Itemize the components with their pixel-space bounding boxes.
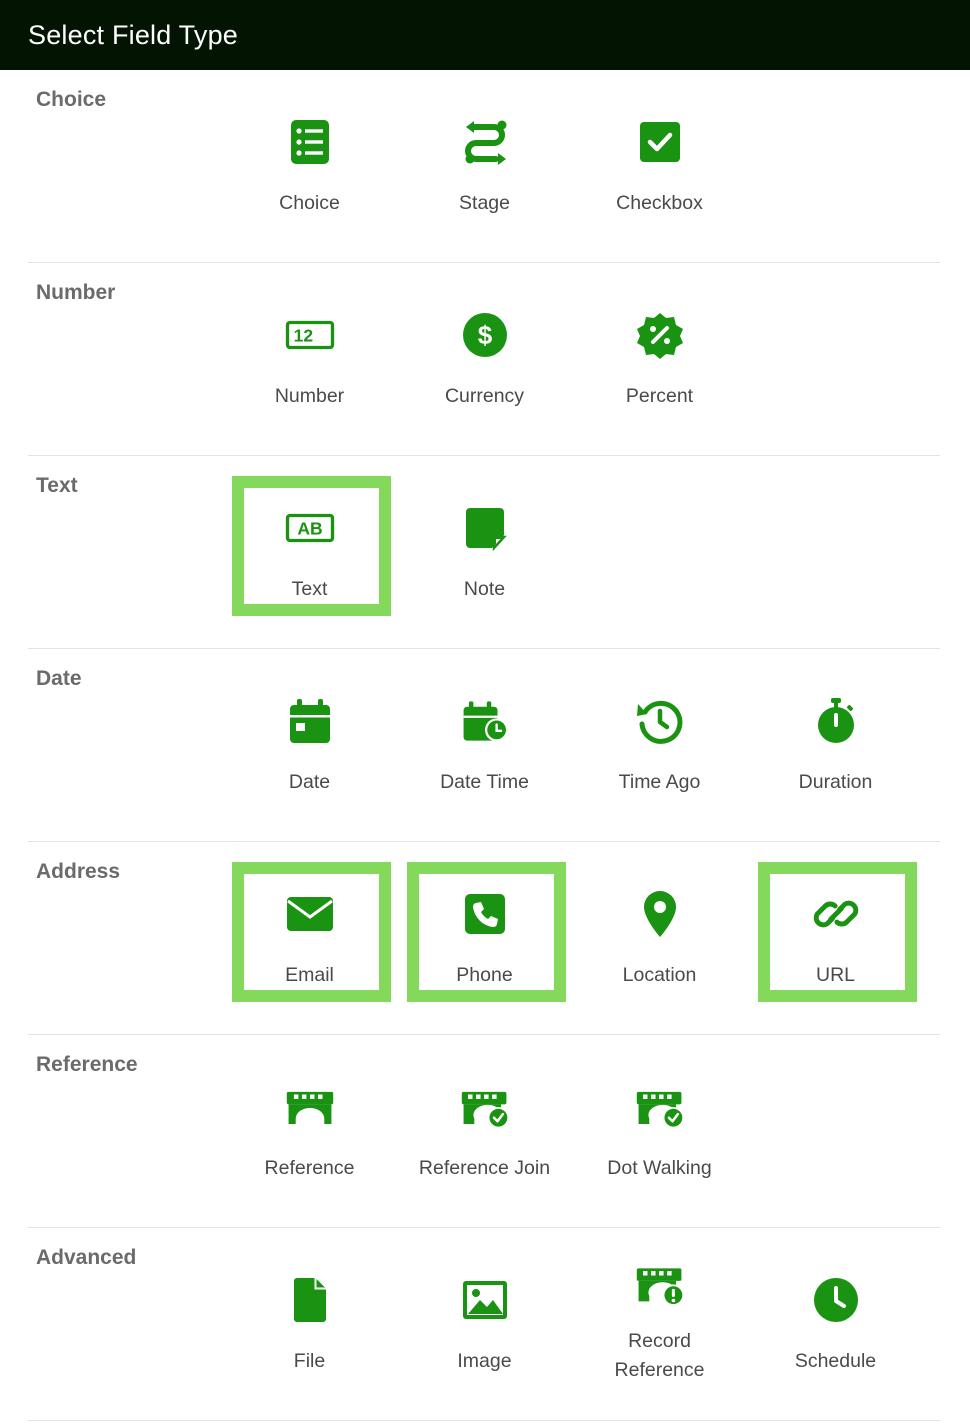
- field-type-phone[interactable]: Phone: [405, 842, 566, 1035]
- field-type-label: Reference: [264, 1157, 355, 1179]
- section-choice: Choice Choice Stage Checkbox: [28, 70, 940, 263]
- field-type-label: Location: [622, 964, 697, 986]
- field-type-label: Date: [288, 771, 331, 793]
- section-title: Address: [36, 860, 121, 883]
- percent-badge-icon: [632, 310, 688, 360]
- field-type-label: Time Ago: [618, 771, 701, 793]
- field-type-label: Currency: [444, 385, 525, 407]
- sticky-note-icon: [457, 503, 513, 553]
- field-type-label: File: [293, 1350, 326, 1372]
- bridge-alert-icon: [632, 1263, 688, 1313]
- page-title: Select Field Type: [28, 19, 239, 50]
- field-type-text[interactable]: AB Text: [230, 456, 391, 649]
- field-type-label: Dot Walking: [607, 1157, 712, 1179]
- field-type-date[interactable]: Date: [230, 649, 389, 842]
- field-type-label: Number: [274, 385, 345, 407]
- field-type-label: Schedule: [794, 1350, 877, 1372]
- field-type-label: Date Time: [440, 771, 529, 793]
- field-type-url[interactable]: URL: [756, 842, 917, 1035]
- list-icon: [282, 117, 338, 167]
- field-type-reference-join[interactable]: Reference Join: [405, 1035, 564, 1228]
- field-type-label: Reference Join: [418, 1157, 551, 1179]
- file-icon: [282, 1275, 338, 1325]
- number-glyph: 12: [293, 326, 313, 346]
- checkbox-icon: [632, 117, 688, 167]
- field-type-label: Percent: [625, 385, 694, 407]
- field-type-duration[interactable]: Duration: [756, 649, 915, 842]
- image-icon: [457, 1275, 513, 1325]
- field-type-stage[interactable]: Stage: [405, 70, 564, 263]
- history-icon: [632, 696, 688, 746]
- section-date: Date Date Date Time Time Ago Duration: [28, 649, 940, 842]
- stage-route-icon: [457, 117, 513, 167]
- section-title: Text: [36, 474, 78, 497]
- field-type-label: Stage: [459, 192, 510, 214]
- section-title: Date: [36, 667, 82, 690]
- section-title: Advanced: [36, 1246, 137, 1269]
- field-type-email[interactable]: Email: [230, 842, 391, 1035]
- section-reference: Reference Reference Reference Join Dot Walk…: [28, 1035, 940, 1228]
- svg-text:$: $: [477, 320, 492, 350]
- field-type-label: URL: [815, 964, 855, 986]
- map-pin-icon: [632, 889, 688, 939]
- field-type-number[interactable]: 12 Number: [230, 263, 389, 456]
- calendar-clock-icon: [457, 696, 513, 746]
- field-type-choice[interactable]: Choice: [230, 70, 389, 263]
- field-type-note[interactable]: Note: [405, 456, 564, 649]
- section-address: Address Email Phone Location URL: [28, 842, 940, 1035]
- field-type-dot-walking[interactable]: Dot Walking: [580, 1035, 739, 1228]
- field-type-label: Image: [457, 1350, 512, 1372]
- section-title: Reference: [36, 1053, 138, 1076]
- field-type-label: Note: [463, 578, 506, 600]
- ab-glyph: AB: [297, 519, 322, 539]
- field-type-image[interactable]: Image: [405, 1228, 564, 1421]
- dollar-icon: $: [457, 310, 513, 360]
- field-type-label: Phone: [456, 964, 513, 986]
- clock-icon: [808, 1275, 864, 1325]
- ab-text-icon: AB: [282, 503, 338, 553]
- link-icon: [808, 889, 864, 939]
- field-type-location[interactable]: Location: [580, 842, 739, 1035]
- bridge-icon: [282, 1082, 338, 1132]
- section-text: Text AB Text Note: [28, 456, 940, 649]
- field-type-reference[interactable]: Reference: [230, 1035, 389, 1228]
- field-type-label: Checkbox: [616, 192, 703, 214]
- stopwatch-icon: [808, 696, 864, 746]
- bridge-check-icon: [457, 1082, 513, 1132]
- field-type-percent[interactable]: Percent: [580, 263, 739, 456]
- field-type-checkbox[interactable]: Checkbox: [580, 70, 739, 263]
- phone-icon: [457, 889, 513, 939]
- bridge-check-icon: [632, 1082, 688, 1132]
- field-type-date-time[interactable]: Date Time: [405, 649, 564, 842]
- section-number: Number 12 Number $ Currency Percent: [28, 263, 940, 456]
- field-type-label: Choice: [279, 192, 340, 214]
- number-12-icon: 12: [282, 310, 338, 360]
- field-type-label: Email: [285, 964, 334, 986]
- section-title: Number: [36, 281, 116, 304]
- field-type-label: Duration: [798, 771, 873, 793]
- field-type-time-ago[interactable]: Time Ago: [580, 649, 739, 842]
- field-type-currency[interactable]: $ Currency: [405, 263, 564, 456]
- calendar-icon: [282, 696, 338, 746]
- section-title: Choice: [36, 88, 107, 111]
- field-type-schedule[interactable]: Schedule: [756, 1228, 915, 1421]
- field-type-record-reference[interactable]: Record Reference: [580, 1228, 739, 1421]
- envelope-icon: [282, 889, 338, 939]
- section-advanced: Advanced File Image Record Reference Schedul…: [28, 1228, 940, 1421]
- field-type-file[interactable]: File: [230, 1228, 389, 1421]
- dialog-header: Select Field Type: [0, 0, 970, 70]
- field-type-sections: Choice Choice Stage Checkbox Number 12 Number $…: [0, 70, 970, 1421]
- field-type-label: Text: [291, 578, 328, 600]
- field-type-label: Record Reference: [614, 1330, 705, 1381]
